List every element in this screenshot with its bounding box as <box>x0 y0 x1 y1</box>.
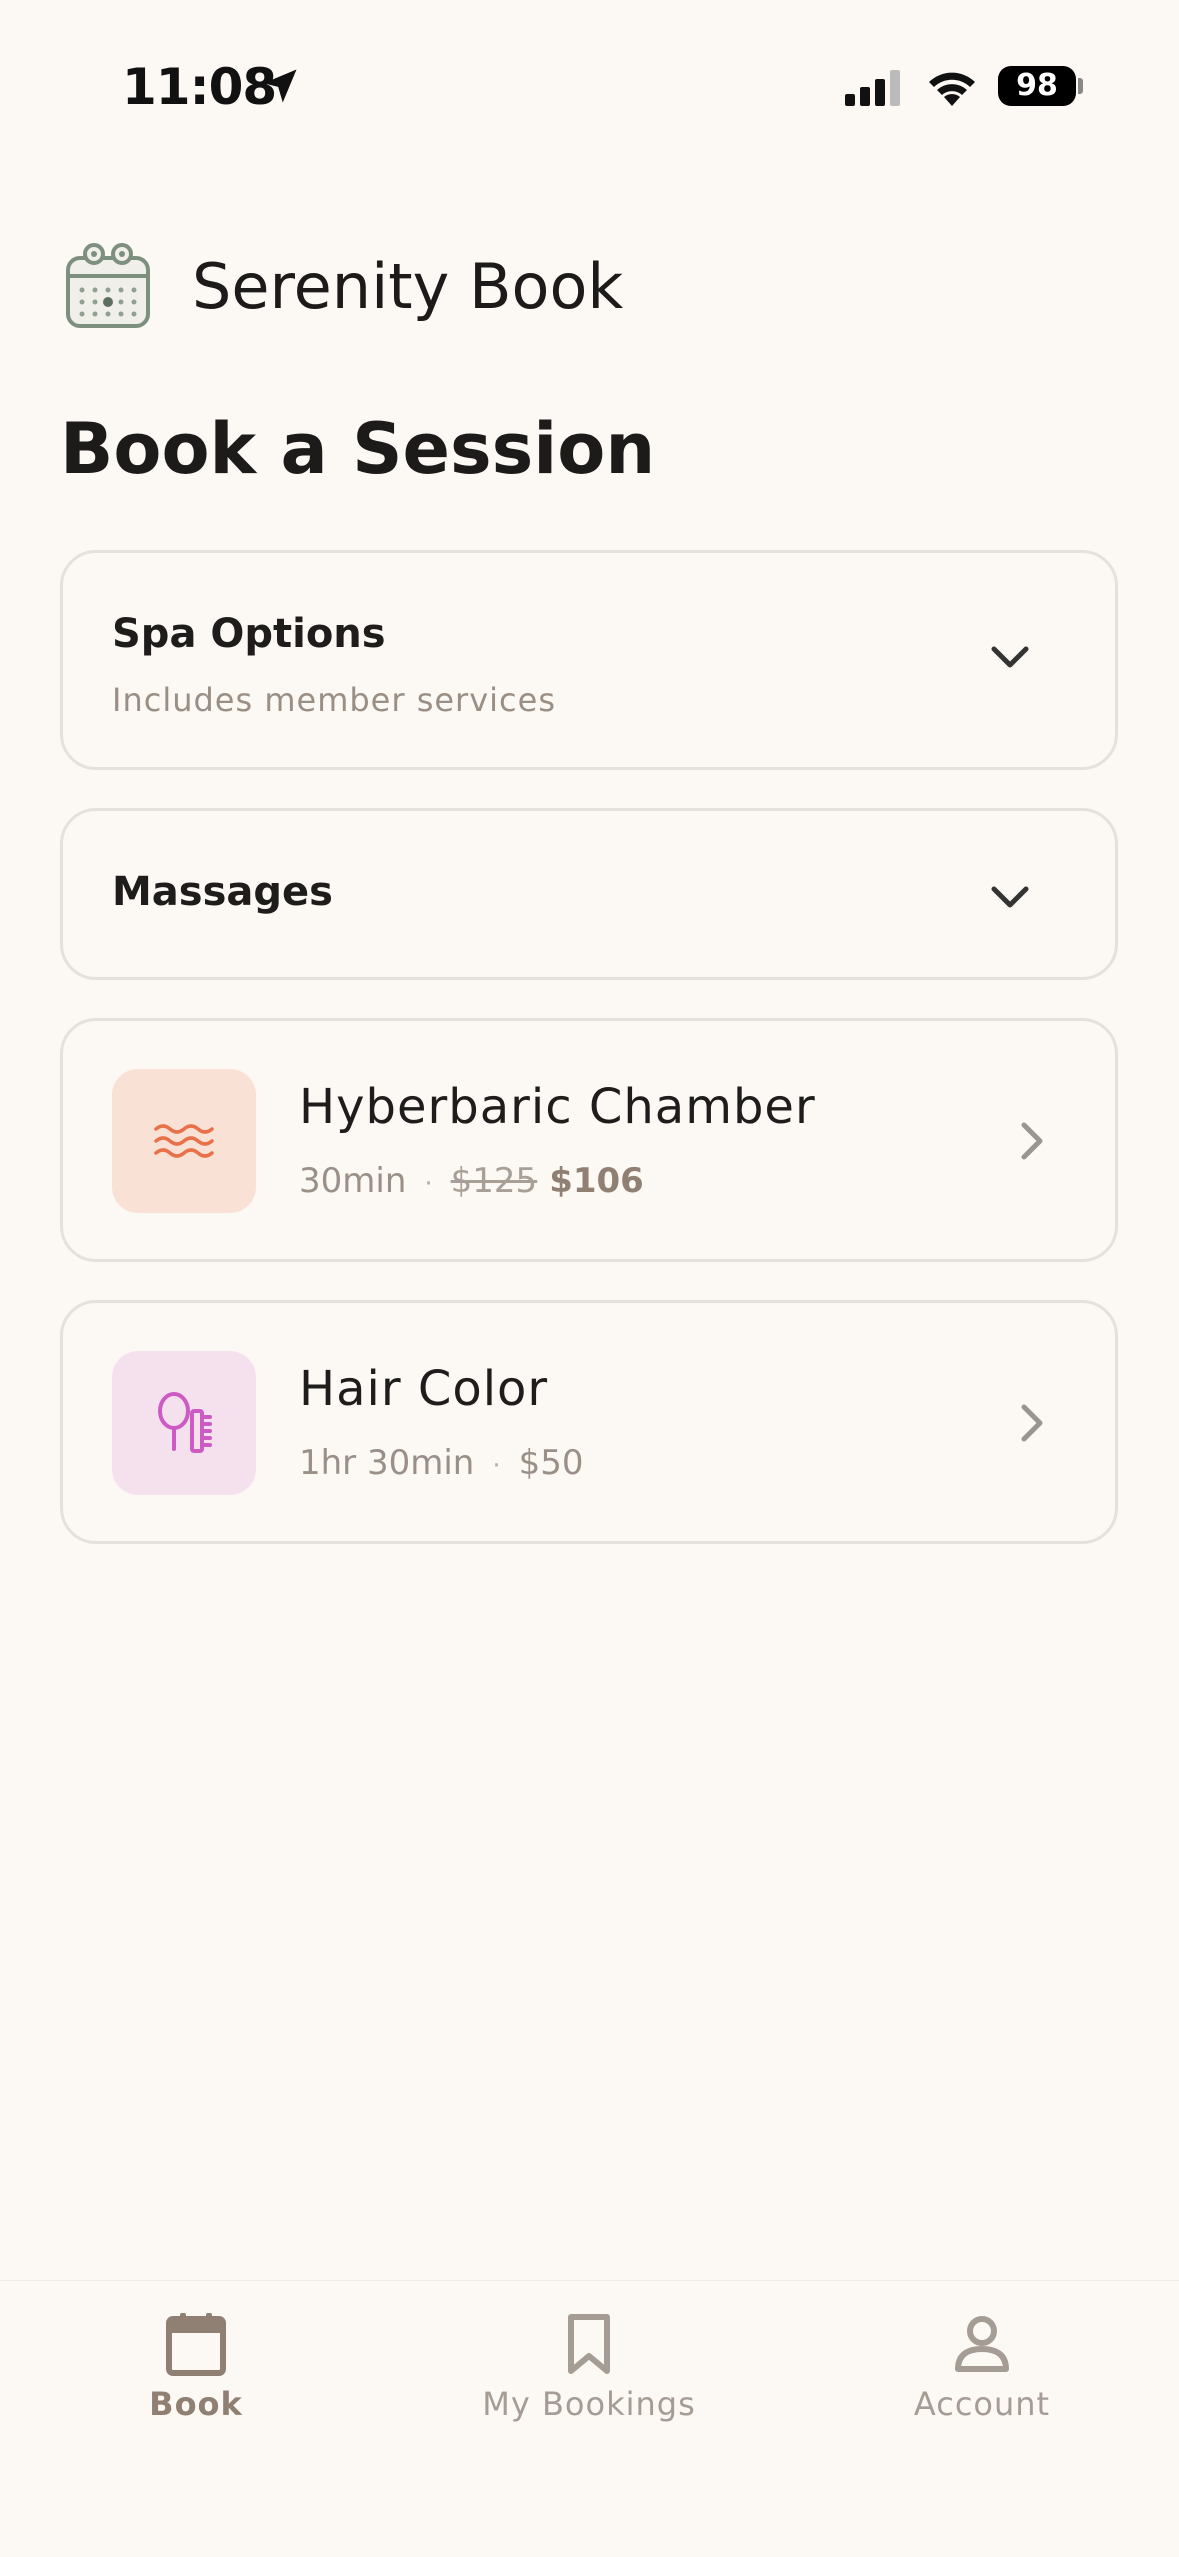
service-meta: 1hr 30min · $50 <box>299 1443 584 1483</box>
separator-dot: · <box>492 1451 501 1481</box>
battery-tip <box>1078 78 1083 94</box>
page-title: Book a Session <box>60 408 656 490</box>
chevron-down-icon <box>991 646 1029 668</box>
tab-label: Account <box>913 2385 1051 2423</box>
frog-calendar-icon <box>66 243 150 328</box>
service-card-hair-color[interactable]: Hair Color 1hr 30min · $50 <box>60 1300 1118 1544</box>
app-name: Serenity Book <box>192 250 624 323</box>
original-price: $125 <box>450 1161 538 1201</box>
service-card-hyperbaric[interactable]: Hyberbaric Chamber 30min · $125 $106 <box>60 1018 1118 1262</box>
massages-dropdown[interactable]: Massages <box>60 808 1118 980</box>
service-name: Hair Color <box>299 1361 549 1417</box>
tab-my-bookings[interactable]: My Bookings <box>459 2311 719 2423</box>
person-icon <box>955 2316 1009 2372</box>
battery-indicator: 98 <box>998 66 1076 106</box>
discounted-price: $106 <box>549 1161 644 1201</box>
service-name: Hyberbaric Chamber <box>299 1079 816 1135</box>
service-thumbnail <box>112 1351 256 1495</box>
dropdown-subtitle: Includes member services <box>112 681 556 719</box>
service-duration: 1hr 30min <box>299 1443 475 1483</box>
status-time: 11:08 <box>122 58 277 116</box>
service-duration: 30min <box>299 1161 407 1201</box>
tab-account[interactable]: Account <box>852 2311 1112 2423</box>
dropdown-title: Spa Options <box>112 611 386 657</box>
location-arrow-icon <box>263 69 297 103</box>
service-meta: 30min · $125 $106 <box>299 1161 644 1201</box>
wifi-icon <box>929 72 975 106</box>
spa-options-dropdown[interactable]: Spa Options Includes member services <box>60 550 1118 770</box>
dropdown-title: Massages <box>112 869 333 915</box>
chevron-right-icon <box>1021 1404 1043 1442</box>
calendar-icon <box>166 2313 226 2376</box>
bottom-tab-bar: Book My Bookings Account <box>0 2280 1179 2557</box>
waves-icon <box>154 1124 214 1158</box>
service-thumbnail <box>112 1069 256 1213</box>
tab-book[interactable]: Book <box>66 2311 326 2423</box>
chevron-right-icon <box>1021 1122 1043 1160</box>
mirror-comb-icon <box>158 1392 212 1453</box>
signal-icon <box>845 70 900 106</box>
tab-label: Book <box>149 2385 243 2423</box>
status-bar: 11:08 98 <box>0 0 1179 170</box>
tab-label: My Bookings <box>482 2385 696 2423</box>
bookmark-icon <box>568 2314 610 2374</box>
separator-dot: · <box>424 1169 433 1199</box>
chevron-down-icon <box>991 886 1029 908</box>
service-price: $50 <box>518 1443 584 1483</box>
